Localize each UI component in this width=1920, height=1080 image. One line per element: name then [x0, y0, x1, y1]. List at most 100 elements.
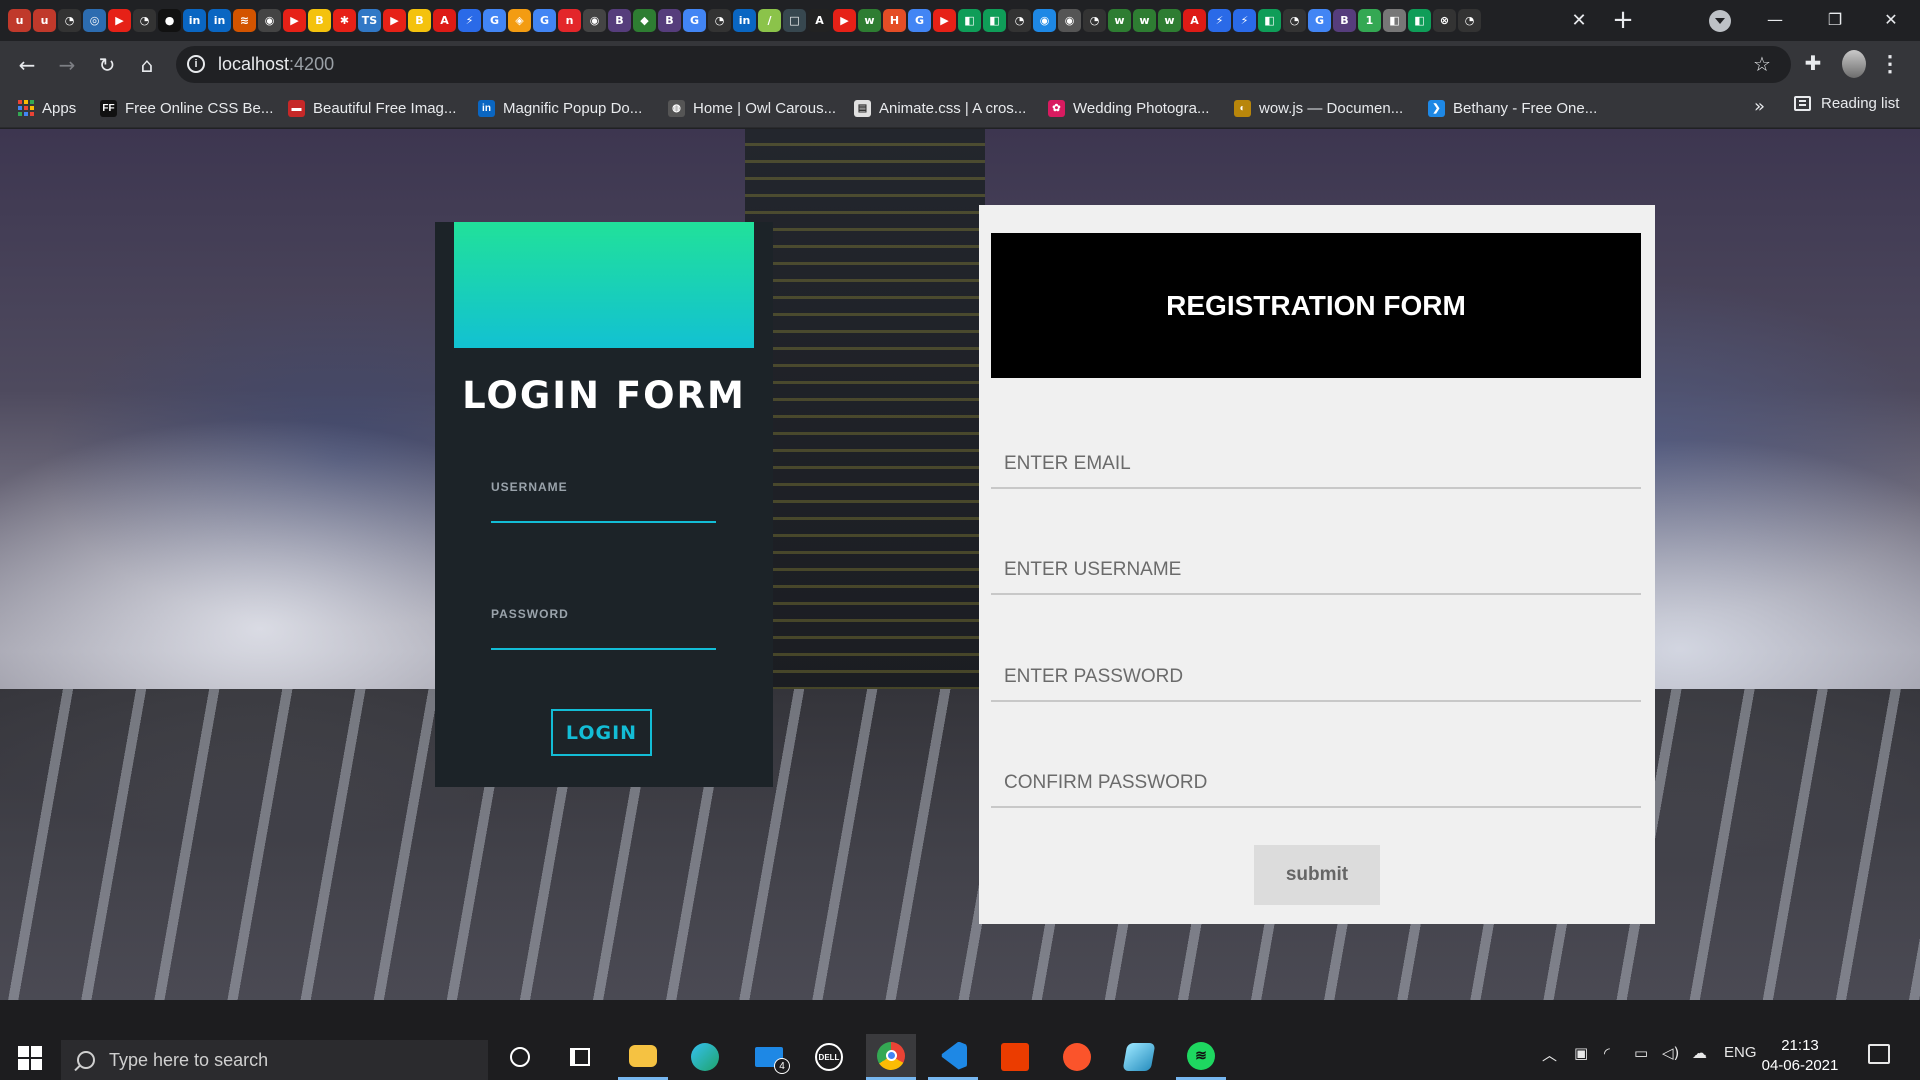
vscode-icon[interactable]: [928, 1034, 978, 1080]
tab-favicon-icon[interactable]: ◔: [1458, 9, 1481, 32]
tab-favicon-icon[interactable]: A: [1183, 9, 1206, 32]
chrome-taskbar-icon[interactable]: [866, 1034, 916, 1080]
system-clock[interactable]: 21:13 04-06-2021: [1760, 1036, 1840, 1076]
tab-favicon-icon[interactable]: ◔: [708, 9, 731, 32]
pinned-tab-favicons[interactable]: u u ◔ ◎ ▶ ◔ ● in in ≋ ◉ ▶ B ✱ TS ▶ B A ⚡ G ◈ Gn ◉ B ◆ B G ◔ in ∕ □ A ▶ w H…: [8, 9, 1548, 33]
windows-start-icon[interactable]: [18, 1046, 42, 1070]
tab-search-button[interactable]: [1709, 10, 1731, 32]
task-view-icon[interactable]: [555, 1034, 605, 1080]
reading-list-button[interactable]: Reading list: [1794, 95, 1899, 112]
bookmark-item[interactable]: ◐ wow.js — Documen...: [1234, 95, 1403, 121]
edge-browser-icon[interactable]: [680, 1034, 730, 1080]
tab-favicon-icon[interactable]: ⚡: [1208, 9, 1231, 32]
language-indicator[interactable]: ENG: [1724, 1044, 1757, 1061]
address-url[interactable]: localhost:4200: [218, 54, 334, 75]
submit-button[interactable]: submit: [1254, 845, 1380, 905]
tab-favicon-icon[interactable]: ⊗: [1433, 9, 1456, 32]
email-field[interactable]: [991, 441, 1641, 489]
tab-favicon-icon[interactable]: ◧: [958, 9, 981, 32]
forward-arrow-icon[interactable]: →: [52, 50, 82, 80]
tab-favicon-icon[interactable]: ◧: [983, 9, 1006, 32]
tab-favicon-icon[interactable]: □: [783, 9, 806, 32]
login-username-input[interactable]: [491, 493, 716, 523]
chrome-menu-icon[interactable]: ⋮: [1879, 50, 1901, 78]
tab-favicon-icon[interactable]: ∕: [758, 9, 781, 32]
tab-favicon-icon[interactable]: B: [308, 9, 331, 32]
meet-now-icon[interactable]: ▣: [1574, 1044, 1588, 1062]
extensions-puzzle-icon[interactable]: ✚: [1800, 50, 1826, 76]
tab-favicon-icon[interactable]: ◉: [258, 9, 281, 32]
tab-favicon-icon[interactable]: ▶: [933, 9, 956, 32]
tab-favicon-icon[interactable]: ◔: [133, 9, 156, 32]
tab-favicon-icon[interactable]: G: [908, 9, 931, 32]
reload-icon[interactable]: ↻: [92, 50, 122, 80]
tab-favicon-icon[interactable]: B: [1333, 9, 1356, 32]
tab-favicon-icon[interactable]: ≋: [233, 9, 256, 32]
bookmark-item[interactable]: ✿ Wedding Photogra...: [1048, 95, 1209, 121]
bookmark-item[interactable]: ❯ Bethany - Free One...: [1428, 95, 1597, 121]
mail-icon[interactable]: 4: [744, 1034, 794, 1080]
registration-password-field[interactable]: [991, 654, 1641, 702]
tab-favicon-icon[interactable]: G: [533, 9, 556, 32]
taskbar-search-box[interactable]: Type here to search: [61, 1040, 488, 1080]
tab-favicon-icon[interactable]: ⚡: [1233, 9, 1256, 32]
tab-favicon-icon[interactable]: ◔: [1008, 9, 1031, 32]
restore-button[interactable]: ❐: [1812, 0, 1858, 38]
tab-favicon-icon[interactable]: ◉: [1058, 9, 1081, 32]
tab-favicon-icon[interactable]: A: [808, 9, 831, 32]
login-password-input[interactable]: [491, 620, 716, 650]
tab-favicon-icon[interactable]: ◧: [1408, 9, 1431, 32]
cortana-icon[interactable]: [495, 1034, 545, 1080]
wifi-icon[interactable]: ◜: [1604, 1044, 1610, 1062]
bookmark-item[interactable]: ◍ Home | Owl Carous...: [668, 95, 836, 121]
login-button[interactable]: LOGIN: [551, 709, 652, 756]
tab-favicon-icon[interactable]: w: [1158, 9, 1181, 32]
tab-favicon-icon[interactable]: ✱: [333, 9, 356, 32]
show-hidden-icons-chevron-icon[interactable]: ︿: [1542, 1044, 1557, 1065]
tab-favicon-icon[interactable]: ◔: [1283, 9, 1306, 32]
tab-favicon-icon[interactable]: ◈: [508, 9, 531, 32]
tab-favicon-icon[interactable]: ◉: [583, 9, 606, 32]
bookmark-item[interactable]: ▤ Animate.css | A cros...: [854, 95, 1026, 121]
profile-avatar[interactable]: [1842, 50, 1866, 78]
onedrive-cloud-icon[interactable]: ☁: [1692, 1044, 1707, 1062]
tab-favicon-icon[interactable]: B: [608, 9, 631, 32]
close-window-button[interactable]: ✕: [1868, 0, 1914, 38]
tab-favicon-icon[interactable]: A: [433, 9, 456, 32]
bookmark-star-icon[interactable]: ☆: [1753, 52, 1771, 76]
tab-favicon-icon[interactable]: G: [683, 9, 706, 32]
office-icon[interactable]: [990, 1034, 1040, 1080]
brave-icon[interactable]: [1052, 1034, 1102, 1080]
tab-favicon-icon[interactable]: ◎: [83, 9, 106, 32]
registration-username-field[interactable]: [991, 547, 1641, 595]
file-explorer-icon[interactable]: [618, 1034, 668, 1080]
tab-favicon-icon[interactable]: ◉: [1033, 9, 1056, 32]
tab-favicon-icon[interactable]: ⚡: [458, 9, 481, 32]
bookmark-item[interactable]: in Magnific Popup Do...: [478, 95, 642, 121]
tab-favicon-icon[interactable]: ◔: [1083, 9, 1106, 32]
tab-favicon-icon[interactable]: in: [183, 9, 206, 32]
spotify-icon[interactable]: ≋: [1176, 1034, 1226, 1080]
tab-favicon-icon[interactable]: w: [1108, 9, 1131, 32]
bookmark-item[interactable]: FF Free Online CSS Be...: [100, 95, 273, 121]
tab-close-icon[interactable]: ✕: [1566, 7, 1592, 33]
notification-center-icon[interactable]: [1868, 1044, 1890, 1064]
tab-favicon-icon[interactable]: ●: [158, 9, 181, 32]
home-icon[interactable]: ⌂: [132, 50, 162, 80]
bookmark-apps[interactable]: Apps: [18, 95, 76, 121]
bookmark-item[interactable]: ▬ Beautiful Free Imag...: [288, 95, 456, 121]
tab-favicon-icon[interactable]: in: [733, 9, 756, 32]
battery-icon[interactable]: ▭: [1634, 1044, 1648, 1062]
tab-favicon-icon[interactable]: TS: [358, 9, 381, 32]
tab-favicon-icon[interactable]: H: [883, 9, 906, 32]
tab-favicon-icon[interactable]: u: [33, 9, 56, 32]
tab-favicon-icon[interactable]: B: [408, 9, 431, 32]
tab-favicon-icon[interactable]: ◔: [58, 9, 81, 32]
bookmarks-overflow-button[interactable]: »: [1754, 96, 1765, 117]
address-bar[interactable]: i localhost:4200 ☆: [176, 46, 1791, 83]
tab-favicon-icon[interactable]: ▶: [833, 9, 856, 32]
tab-favicon-icon[interactable]: 1: [1358, 9, 1381, 32]
tab-favicon-icon[interactable]: G: [1308, 9, 1331, 32]
tab-favicon-icon[interactable]: n: [558, 9, 581, 32]
tab-favicon-icon[interactable]: ◧: [1383, 9, 1406, 32]
